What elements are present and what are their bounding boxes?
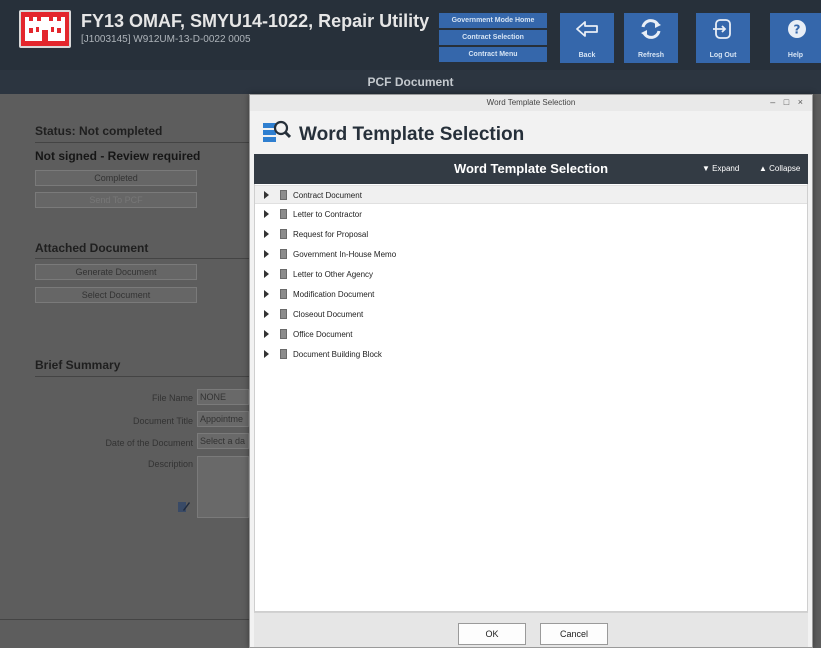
collapse-label: Collapse: [769, 164, 801, 173]
attached-document-heading: Attached Document: [35, 241, 149, 255]
expand-arrow-icon[interactable]: [264, 290, 269, 298]
document-date-picker[interactable]: Select a da: [197, 433, 249, 449]
file-name-label: File Name: [151, 393, 193, 403]
document-icon: [280, 229, 287, 239]
logout-icon: [713, 19, 731, 39]
castle-logo: [19, 10, 71, 48]
word-template-dialog: Word Template Selection – □ × Word Templ…: [249, 94, 813, 648]
tree-item-label: Document Building Block: [293, 350, 382, 359]
description-field[interactable]: [197, 456, 249, 518]
dialog-window-title: Word Template Selection – □ ×: [250, 95, 812, 111]
tree-item-label: Office Document: [293, 330, 353, 339]
brief-summary-heading: Brief Summary: [35, 358, 121, 372]
document-icon: [280, 309, 287, 319]
select-document-button[interactable]: Select Document: [35, 287, 197, 303]
dialog-window-title-text: Word Template Selection: [486, 98, 576, 107]
collapse-all-button[interactable]: ▲ Collapse: [759, 154, 800, 184]
tree-item-request-for-proposal[interactable]: Request for Proposal: [255, 225, 807, 244]
log-out-button[interactable]: Log Out: [696, 13, 750, 63]
contract-selection-button[interactable]: Contract Selection: [439, 30, 547, 45]
tree-item-label: Letter to Other Agency: [293, 270, 374, 279]
document-icon: [280, 249, 287, 259]
tree-item-closeout-document[interactable]: Closeout Document: [255, 305, 807, 324]
document-icon: [280, 269, 287, 279]
expand-label: Expand: [712, 164, 740, 173]
tree-item-contract-document[interactable]: Contract Document: [255, 185, 807, 204]
back-label: Back: [578, 52, 596, 59]
file-name-field[interactable]: NONE: [197, 389, 249, 405]
ok-button[interactable]: OK: [458, 623, 526, 645]
app-window: FY13 OMAF, SMYU14-1022, Repair Utility […: [0, 0, 821, 648]
cancel-button[interactable]: Cancel: [540, 623, 608, 645]
expand-arrow-icon[interactable]: [264, 330, 269, 338]
template-search-icon: [263, 120, 291, 142]
document-date-label: Date of the Document: [105, 438, 193, 448]
divider: [35, 258, 250, 259]
tree-item-label: Modification Document: [293, 290, 375, 299]
page-title: PCF Document: [0, 70, 821, 94]
signed-state-text: Not signed - Review required: [35, 149, 201, 163]
contract-menu-button[interactable]: Contract Menu: [439, 47, 547, 62]
completed-button[interactable]: Completed: [35, 170, 197, 186]
description-label: Description: [147, 459, 193, 469]
back-arrow-icon: [576, 21, 598, 37]
app-title: FY13 OMAF, SMYU14-1022, Repair Utility: [81, 11, 430, 31]
expand-arrow-icon[interactable]: [264, 210, 269, 218]
document-icon: [280, 289, 287, 299]
edit-pen-icon[interactable]: [177, 500, 191, 514]
expand-arrow-icon[interactable]: [264, 310, 269, 318]
dialog-heading: Word Template Selection: [299, 124, 525, 145]
expand-arrow-icon[interactable]: [264, 191, 269, 199]
generate-document-button[interactable]: Generate Document: [35, 264, 197, 280]
help-label: Help: [787, 52, 804, 59]
divider: [35, 142, 250, 143]
app-header: FY13 OMAF, SMYU14-1022, Repair Utility […: [0, 0, 821, 70]
contract-number: [J1003145] W912UM-13-D-0022 0005: [81, 34, 251, 45]
expand-arrow-icon[interactable]: [264, 250, 269, 258]
send-to-pcf-button[interactable]: Send To PCF: [35, 192, 197, 208]
divider: [0, 619, 260, 620]
document-icon: [280, 329, 287, 339]
tree-item-office-document[interactable]: Office Document: [255, 325, 807, 344]
tree-item-modification-document[interactable]: Modification Document: [255, 285, 807, 304]
svg-text:?: ?: [794, 23, 801, 37]
document-icon: [280, 209, 287, 219]
government-mode-home-button[interactable]: Government Mode Home: [439, 13, 547, 28]
window-controls[interactable]: – □ ×: [770, 95, 806, 111]
tree-item-label: Contract Document: [293, 191, 362, 200]
expand-triangle-icon: ▼: [702, 164, 710, 173]
tree-item-government-in-house-memo[interactable]: Government In-House Memo: [255, 245, 807, 264]
tree-item-letter-to-contractor[interactable]: Letter to Contractor: [255, 205, 807, 224]
template-tree: Contract Document Letter to Contractor R…: [254, 184, 808, 612]
dialog-footer: OK Cancel: [254, 612, 808, 647]
help-icon: ?: [788, 20, 806, 38]
log-out-label: Log Out: [709, 52, 737, 59]
document-title-label: Document Title: [132, 416, 193, 426]
tree-item-label: Government In-House Memo: [293, 250, 397, 259]
refresh-button[interactable]: Refresh: [624, 13, 678, 63]
tree-item-label: Letter to Contractor: [293, 210, 362, 219]
divider: [35, 376, 250, 377]
document-title-field[interactable]: Appointme: [197, 411, 249, 427]
expand-arrow-icon[interactable]: [264, 230, 269, 238]
tree-item-document-building-block[interactable]: Document Building Block: [255, 345, 807, 364]
expand-all-button[interactable]: ▼ Expand: [702, 154, 739, 184]
collapse-triangle-icon: ▲: [759, 164, 767, 173]
refresh-label: Refresh: [637, 52, 665, 59]
expand-arrow-icon[interactable]: [264, 270, 269, 278]
back-button[interactable]: Back: [560, 13, 614, 63]
template-list-header: Word Template Selection ▼ Expand ▲ Colla…: [254, 154, 808, 184]
document-icon: [280, 349, 287, 359]
tree-item-label: Request for Proposal: [293, 230, 369, 239]
document-icon: [280, 190, 287, 200]
help-button[interactable]: ? Help: [770, 13, 821, 63]
tree-item-letter-to-other-agency[interactable]: Letter to Other Agency: [255, 265, 807, 284]
refresh-icon: [641, 19, 661, 39]
status-text: Status: Not completed: [35, 124, 163, 138]
expand-arrow-icon[interactable]: [264, 350, 269, 358]
tree-item-label: Closeout Document: [293, 310, 364, 319]
